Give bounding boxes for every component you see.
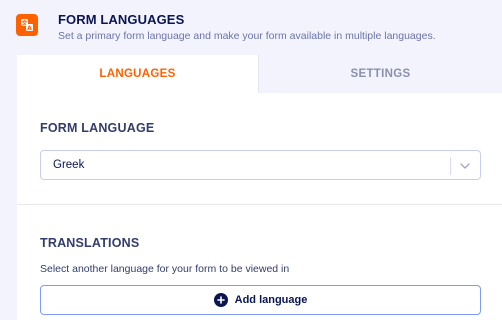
add-language-button[interactable]: Add language — [40, 285, 481, 315]
tab-languages[interactable]: LANGUAGES — [17, 55, 258, 93]
svg-text:A: A — [27, 25, 32, 32]
translations-label: TRANSLATIONS — [40, 236, 140, 250]
languages-panel: LANGUAGES SETTINGS FORM LANGUAGE Greek T… — [17, 55, 502, 320]
plus-icon — [213, 293, 228, 307]
form-languages-header: 文 A FORM LANGUAGES Set a primary form la… — [0, 0, 502, 55]
chevron-down-icon[interactable] — [459, 160, 471, 172]
form-language-label: FORM LANGUAGE — [40, 121, 155, 135]
page-title: FORM LANGUAGES — [58, 12, 185, 27]
add-language-label: Add language — [234, 294, 308, 306]
tab-settings[interactable]: SETTINGS — [258, 55, 502, 93]
form-language-select[interactable]: Greek — [40, 150, 481, 180]
page-subtitle: Set a primary form language and make you… — [58, 30, 436, 42]
translations-description: Select another language for your form to… — [40, 263, 290, 275]
translate-icon: 文 A — [16, 14, 38, 36]
select-divider — [450, 157, 451, 175]
tab-bar: LANGUAGES SETTINGS — [17, 55, 502, 93]
section-divider — [17, 204, 502, 205]
form-language-value: Greek — [53, 159, 85, 171]
